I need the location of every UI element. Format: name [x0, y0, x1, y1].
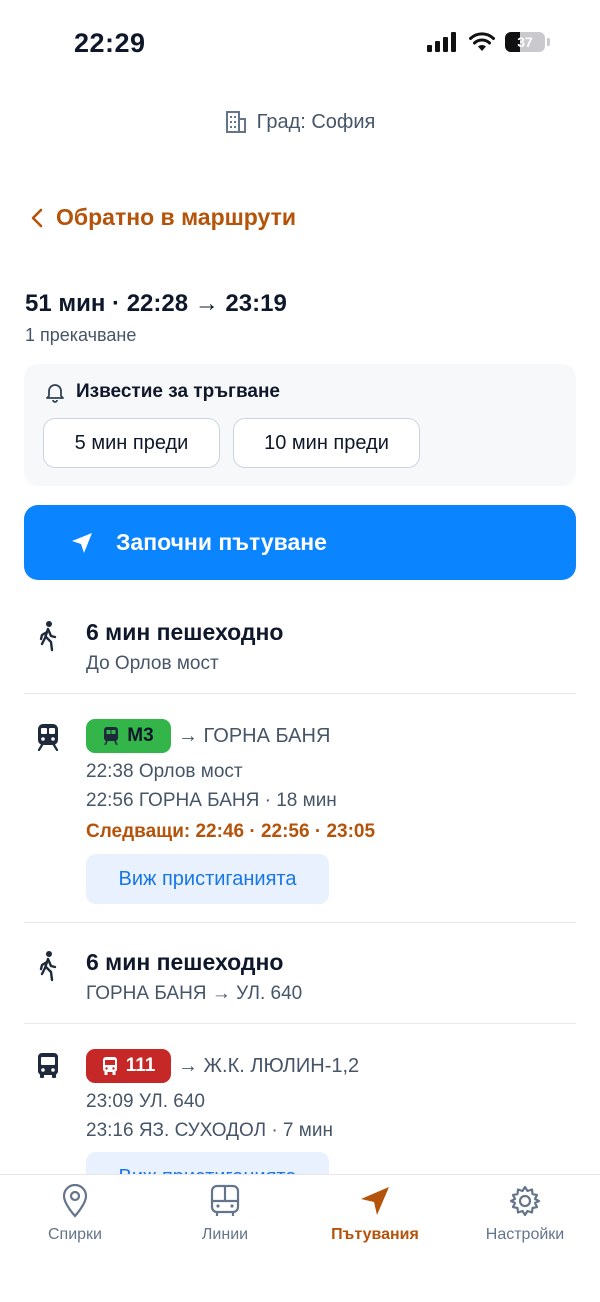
- tab-settings[interactable]: Настройки: [450, 1184, 600, 1244]
- notify-10min-chip[interactable]: 10 мин преди: [233, 418, 420, 468]
- city-selector[interactable]: Град: София: [0, 110, 600, 134]
- metro-arrival: 22:56 ГОРНА БАНЯ · 18 мин: [86, 790, 337, 811]
- chevron-left-icon: [31, 208, 43, 227]
- metro-line-number: M3: [127, 725, 154, 746]
- bus-badge-icon: [102, 1057, 117, 1075]
- battery-cap: [547, 38, 550, 46]
- metro-departure: 22:38 Орлов мост: [86, 761, 243, 782]
- tab-settings-label: Настройки: [485, 1226, 565, 1243]
- walk-leg-2-title: 6 мин пешеходно: [86, 949, 284, 975]
- metro-next-departures: Следващи: 22:46 · 22:56 · 23:05: [86, 821, 376, 842]
- map-pin-icon: [62, 1184, 88, 1218]
- bell-icon: [46, 384, 64, 403]
- tab-stops[interactable]: Спирки: [0, 1184, 150, 1244]
- metro-badge-icon: [104, 727, 119, 745]
- leg-divider: [24, 922, 576, 923]
- back-to-routes-link[interactable]: Обратно в маршрути: [30, 204, 296, 231]
- bus-arrival: 23:16 ЯЗ. СУХОДОЛ · 7 мин: [86, 1120, 333, 1141]
- walk-leg-2-subtitle: ГОРНА БАНЯ → УЛ. 640: [86, 983, 303, 1004]
- metro-train-icon: [36, 723, 60, 756]
- notification-header: Известие за тръгване: [44, 381, 280, 403]
- tab-lines[interactable]: Линии: [150, 1184, 300, 1244]
- bus-line-number: 111: [125, 1055, 156, 1076]
- metro-line-badge: M3: [86, 719, 171, 753]
- leg-divider: [24, 1023, 576, 1024]
- navigation-arrow-icon: [70, 531, 94, 555]
- leg-divider: [24, 693, 576, 694]
- gear-icon: [509, 1185, 541, 1217]
- metro-arrivals-button[interactable]: Виж пристиганията: [86, 854, 329, 904]
- bus-destination: → Ж.К. ЛЮЛИН-1,2: [178, 1055, 360, 1077]
- notify-5min-chip[interactable]: 5 мин преди: [43, 418, 220, 468]
- bus-icon: [210, 1184, 240, 1216]
- trip-summary-title: 51 мин · 22:28 → 23:19: [25, 290, 287, 317]
- status-icons: 37: [427, 32, 550, 52]
- trip-transfers: 1 прекачване: [25, 325, 137, 345]
- building-icon: [225, 111, 246, 133]
- battery-icon: 37: [505, 32, 545, 52]
- wifi-icon: [469, 32, 495, 51]
- start-trip-label: Започни пътуване: [116, 529, 327, 555]
- notification-title: Известие за тръгване: [76, 381, 280, 402]
- walking-person-icon: [36, 620, 60, 657]
- metro-destination: → ГОРНА БАНЯ: [178, 725, 331, 747]
- notify-10min-label: 10 мин преди: [264, 431, 389, 454]
- tab-trips[interactable]: Пътувания: [300, 1184, 450, 1244]
- start-trip-button[interactable]: Започни пътуване: [24, 505, 576, 580]
- status-time: 22:29: [74, 28, 146, 58]
- bus-departure: 23:09 УЛ. 640: [86, 1091, 205, 1112]
- walk-leg-1-subtitle: До Орлов мост: [86, 653, 219, 674]
- tab-stops-label: Спирки: [48, 1226, 102, 1243]
- bus-line-badge: 111: [86, 1049, 171, 1083]
- walking-person-icon: [36, 950, 60, 987]
- bus-icon: [36, 1052, 60, 1085]
- back-label: Обратно в маршрути: [56, 204, 297, 230]
- navigation-arrow-icon: [361, 1187, 389, 1215]
- walk-leg-1-title: 6 мин пешеходно: [86, 619, 284, 645]
- tab-lines-label: Линии: [201, 1226, 249, 1243]
- city-label: Град: София: [256, 110, 376, 133]
- cellular-signal-icon: [427, 32, 456, 52]
- notify-5min-label: 5 мин преди: [74, 431, 189, 454]
- tab-trips-label: Пътувания: [331, 1226, 419, 1243]
- metro-arrivals-label: Виж пристиганията: [118, 867, 297, 890]
- battery-level: 37: [517, 34, 533, 50]
